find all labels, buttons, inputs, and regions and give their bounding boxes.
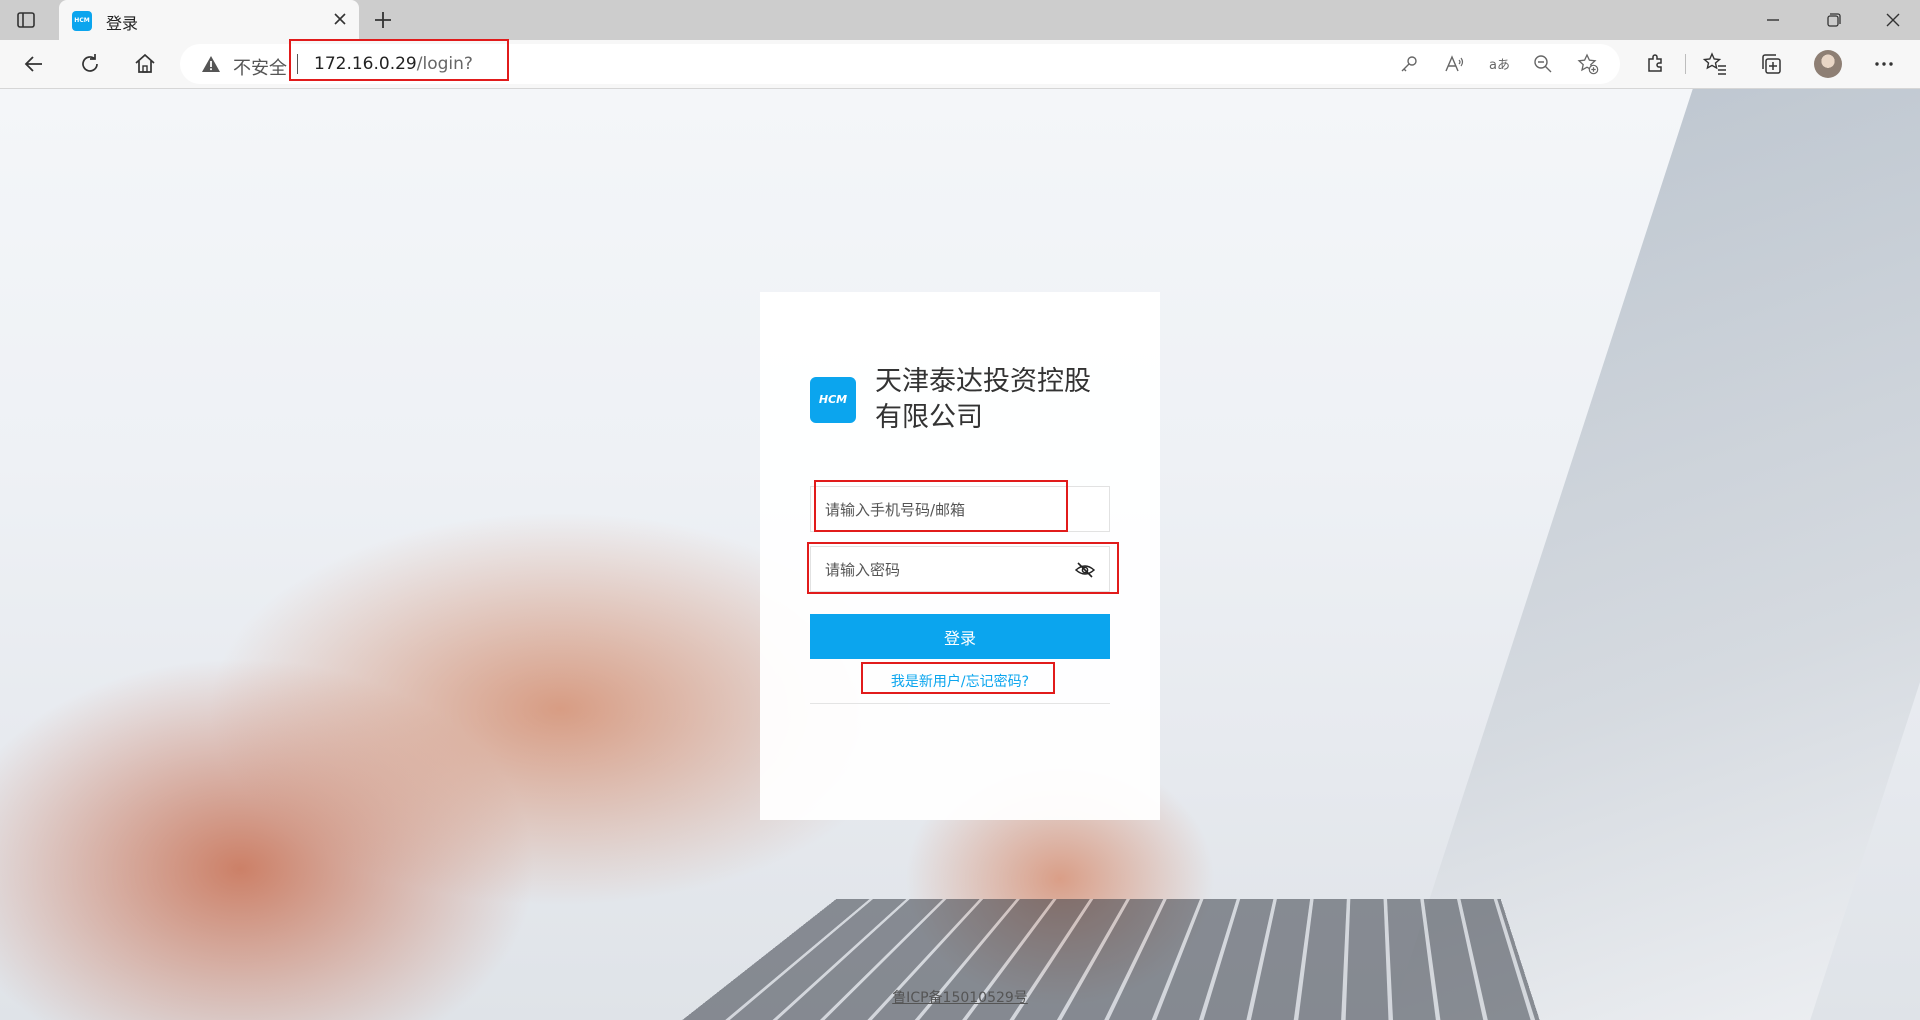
zoom-out-icon[interactable] <box>1532 53 1554 75</box>
close-window-icon[interactable] <box>1879 8 1907 32</box>
hcm-logo-icon: HCM <box>810 377 856 423</box>
browser-tab-login[interactable]: HCM 登录 <box>59 0 359 40</box>
tab-title: 登录 <box>106 14 139 33</box>
url-host: 172.16.0.29 <box>314 54 417 74</box>
refresh-icon[interactable] <box>76 50 104 78</box>
translate-icon[interactable]: aあ <box>1488 53 1510 75</box>
card-divider <box>810 703 1110 704</box>
extensions-icon[interactable] <box>1641 50 1669 78</box>
back-icon[interactable] <box>20 50 48 78</box>
login-page: HCM 天津泰达投资控股有限公司 登录 我是新用户/忘记密码? 鲁ICP备150… <box>0 89 1920 1020</box>
key-icon[interactable] <box>1398 53 1420 75</box>
tab-favicon-icon: HCM <box>72 11 92 31</box>
favorites-icon[interactable] <box>1701 50 1729 78</box>
url-path: /login? <box>416 54 473 74</box>
close-tab-icon[interactable] <box>329 8 351 30</box>
background-laptop-screen <box>1380 89 1920 1020</box>
warning-icon[interactable] <box>201 54 221 74</box>
password-field-highlight <box>807 542 1119 594</box>
more-options-icon[interactable] <box>1870 50 1898 78</box>
read-aloud-icon[interactable] <box>1443 53 1465 75</box>
phone-field-highlight <box>814 480 1068 532</box>
address-bar[interactable]: 不安全 172.16.0.29/login? aあ <box>180 39 1620 84</box>
restore-icon[interactable] <box>1819 8 1847 32</box>
profile-avatar[interactable] <box>1814 50 1842 78</box>
minimize-icon[interactable] <box>1759 8 1787 32</box>
browser-toolbar: 不安全 172.16.0.29/login? aあ <box>0 39 1920 89</box>
tab-actions-icon[interactable] <box>14 8 38 32</box>
home-icon[interactable] <box>131 50 159 78</box>
toolbar-divider <box>1685 54 1686 74</box>
security-label[interactable]: 不安全 <box>233 54 287 80</box>
login-button[interactable]: 登录 <box>810 614 1110 659</box>
url-text[interactable]: 172.16.0.29/login? <box>314 54 473 74</box>
tab-strip: HCM 登录 <box>0 0 1920 40</box>
help-link-highlight <box>861 662 1055 694</box>
new-tab-icon[interactable] <box>370 7 396 33</box>
collections-icon[interactable] <box>1757 50 1785 78</box>
icp-link[interactable]: 鲁ICP备15010529号 <box>0 987 1920 1007</box>
svg-text:aあ: aあ <box>1489 58 1510 73</box>
company-name: 天津泰达投资控股有限公司 <box>875 366 1091 433</box>
login-card: HCM 天津泰达投资控股有限公司 登录 我是新用户/忘记密码? <box>760 292 1160 820</box>
add-favorite-icon[interactable] <box>1577 53 1599 75</box>
